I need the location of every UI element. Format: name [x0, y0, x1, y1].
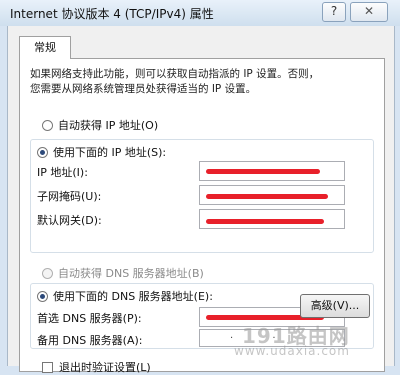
checkbox-icon: [42, 361, 53, 373]
default-gateway-field[interactable]: [199, 209, 345, 229]
subnet-mask-field[interactable]: [199, 185, 345, 205]
default-gateway-label: 默认网关(D):: [37, 214, 102, 227]
ip-address-label: IP 地址(I):: [37, 166, 88, 179]
tab-general[interactable]: 常规: [19, 36, 71, 59]
alternate-dns-label: 备用 DNS 服务器(A):: [37, 334, 143, 347]
description-text: 如果网络支持此功能，则可以获取自动指派的 IP 设置。否则， 您需要从网络系统管…: [30, 67, 370, 97]
auto-ip-label: 自动获得 IP 地址(O): [58, 119, 159, 132]
help-icon[interactable]: ?: [322, 2, 346, 22]
radio-icon: [42, 267, 53, 279]
redaction-mark: [206, 169, 320, 174]
radio-selected-icon: [37, 146, 48, 158]
advanced-button[interactable]: 高级(V)...: [300, 294, 370, 318]
close-icon[interactable]: ✕: [350, 2, 388, 22]
preferred-dns-label: 首选 DNS 服务器(P):: [37, 312, 142, 325]
manual-ip-label: 使用下面的 IP 地址(S):: [53, 146, 167, 159]
description-line-1: 如果网络支持此功能，则可以获取自动指派的 IP 设置。否则，: [30, 68, 320, 80]
manual-ip-radio[interactable]: 使用下面的 IP 地址(S):: [37, 144, 166, 160]
watermark-url: www.udaxia.com: [234, 344, 350, 358]
description-line-2: 您需要从网络系统管理员处获得适当的 IP 设置。: [30, 83, 257, 95]
manual-dns-label: 使用下面的 DNS 服务器地址(E):: [53, 290, 213, 303]
ip-address-field[interactable]: [199, 161, 345, 181]
redaction-mark: [206, 219, 324, 224]
radio-selected-icon: [37, 290, 48, 302]
window-title: Internet 协议版本 4 (TCP/IPv4) 属性: [10, 7, 214, 21]
radio-icon: [42, 119, 53, 131]
redaction-mark: [206, 194, 328, 199]
validate-settings-checkbox[interactable]: 退出时验证设置(L): [42, 359, 151, 375]
manual-dns-radio[interactable]: 使用下面的 DNS 服务器地址(E):: [37, 288, 213, 304]
auto-dns-radio[interactable]: 自动获得 DNS 服务器地址(B): [42, 265, 204, 281]
title-bar: Internet 协议版本 4 (TCP/IPv4) 属性 ? ✕: [0, 0, 400, 26]
validate-settings-label: 退出时验证设置(L): [59, 361, 151, 374]
ip-address-group: 使用下面的 IP 地址(S): IP 地址(I): 子网掩码(U): 默认网关(…: [30, 139, 374, 253]
auto-dns-label: 自动获得 DNS 服务器地址(B): [58, 267, 204, 280]
auto-ip-radio[interactable]: 自动获得 IP 地址(O): [42, 117, 158, 133]
subnet-mask-label: 子网掩码(U):: [37, 190, 102, 203]
